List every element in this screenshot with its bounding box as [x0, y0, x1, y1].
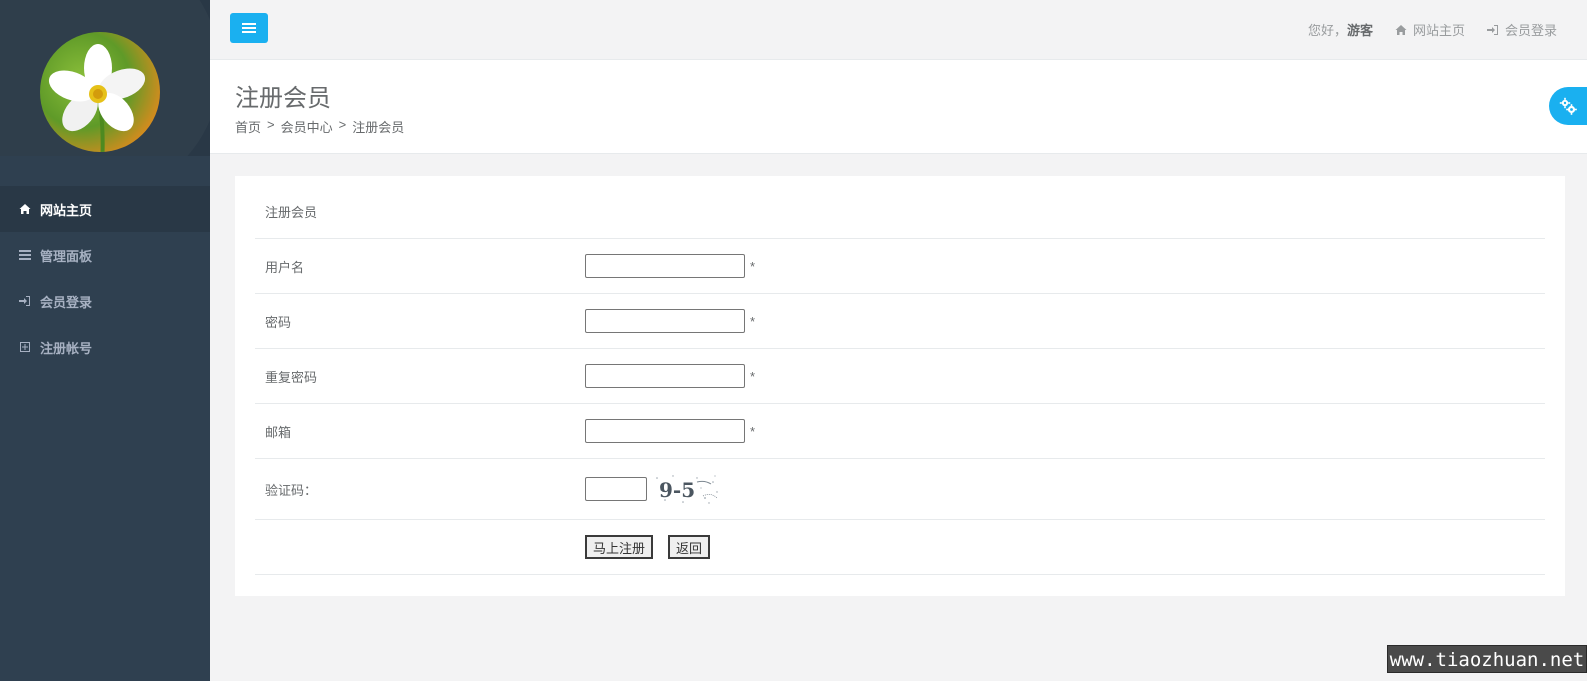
sidebar-header	[0, 0, 210, 156]
form-row-username: 用户名 *	[255, 239, 1545, 294]
top-navbar: 您好， 游客 网站主页 会员登录	[210, 0, 1587, 60]
panel-title: 注册会员	[255, 176, 1545, 239]
form-row-password: 密码 *	[255, 294, 1545, 349]
sign-in-icon	[18, 294, 32, 308]
sidebar-item-member-login[interactable]: 会员登录	[0, 278, 210, 324]
username-label: 用户名	[265, 259, 305, 275]
password-input[interactable]	[585, 309, 745, 333]
register-panel: 注册会员 用户名 * 密码 * 重复密码 * 邮箱 * 验证码： 9-5 马上注…	[235, 176, 1565, 596]
username-input[interactable]	[585, 254, 745, 278]
avatar[interactable]	[40, 32, 160, 152]
sidebar-item-home[interactable]: 网站主页	[0, 186, 210, 232]
breadcrumb-current: 注册会员	[352, 120, 405, 135]
captcha-label: 验证码：	[265, 482, 318, 498]
hamburger-icon	[242, 23, 256, 33]
captcha-text: 9-5	[659, 478, 695, 502]
username-text: 游客	[1346, 23, 1373, 38]
top-right-links: 您好， 游客 网站主页 会员登录	[1308, 20, 1557, 39]
breadcrumb-separator: >	[267, 117, 275, 132]
gears-icon	[1559, 97, 1577, 115]
sign-in-icon	[1486, 24, 1498, 35]
sidebar-item-admin-panel[interactable]: 管理面板	[0, 232, 210, 278]
sidebar: 网站主页 管理面板 会员登录 注册帐号	[0, 0, 210, 681]
top-home-link-label: 网站主页	[1412, 23, 1465, 38]
captcha-input[interactable]	[585, 477, 647, 501]
password-label: 密码	[265, 314, 292, 330]
plus-square-icon	[18, 340, 32, 354]
sidebar-item-label: 注册帐号	[40, 340, 93, 356]
required-mark: *	[750, 368, 756, 384]
breadcrumb-member-center[interactable]: 会员中心	[281, 117, 333, 136]
form-row-confirm-password: 重复密码 *	[255, 349, 1545, 404]
register-submit-button[interactable]: 马上注册	[585, 535, 654, 559]
breadcrumb: 首页 > 会员中心 > 注册会员	[235, 117, 404, 136]
confirm-password-input[interactable]	[585, 364, 745, 388]
breadcrumb-separator: >	[338, 117, 347, 132]
sidebar-item-label: 管理面板	[40, 248, 93, 264]
sidebar-item-label: 网站主页	[40, 202, 93, 218]
required-mark: *	[750, 313, 756, 329]
sidebar-item-register[interactable]: 注册帐号	[0, 324, 210, 370]
page-heading: 注册会员 首页 > 会员中心 > 注册会员	[210, 60, 1587, 154]
captcha-image[interactable]: 9-5	[653, 472, 721, 506]
required-mark: *	[750, 423, 756, 439]
flower-avatar-image	[48, 44, 146, 152]
top-home-link[interactable]: 网站主页	[1395, 20, 1465, 39]
top-login-link-label: 会员登录	[1504, 23, 1557, 38]
back-button[interactable]: 返回	[668, 535, 711, 559]
page-title: 注册会员	[235, 85, 331, 112]
required-mark: *	[750, 258, 756, 274]
email-input[interactable]	[585, 419, 745, 443]
sidebar-nav: 网站主页 管理面板 会员登录 注册帐号	[0, 186, 210, 370]
theme-settings-button[interactable]	[1549, 87, 1587, 125]
form-row-captcha: 验证码： 9-5	[255, 459, 1545, 520]
breadcrumb-home[interactable]: 首页	[235, 117, 261, 136]
confirm-password-label: 重复密码	[265, 369, 318, 385]
list-icon	[18, 248, 32, 262]
site-watermark: www.tiaozhuan.net	[1387, 645, 1587, 673]
form-row-actions: 马上注册 返回	[255, 520, 1545, 575]
greeting-text: 您好，	[1307, 23, 1347, 38]
top-login-link[interactable]: 会员登录	[1486, 20, 1557, 39]
home-icon	[1395, 24, 1407, 35]
sidebar-item-label: 会员登录	[40, 294, 93, 310]
menu-toggle-button[interactable]	[230, 13, 268, 43]
form-row-email: 邮箱 *	[255, 404, 1545, 459]
home-icon	[18, 202, 32, 216]
email-label: 邮箱	[265, 424, 292, 440]
